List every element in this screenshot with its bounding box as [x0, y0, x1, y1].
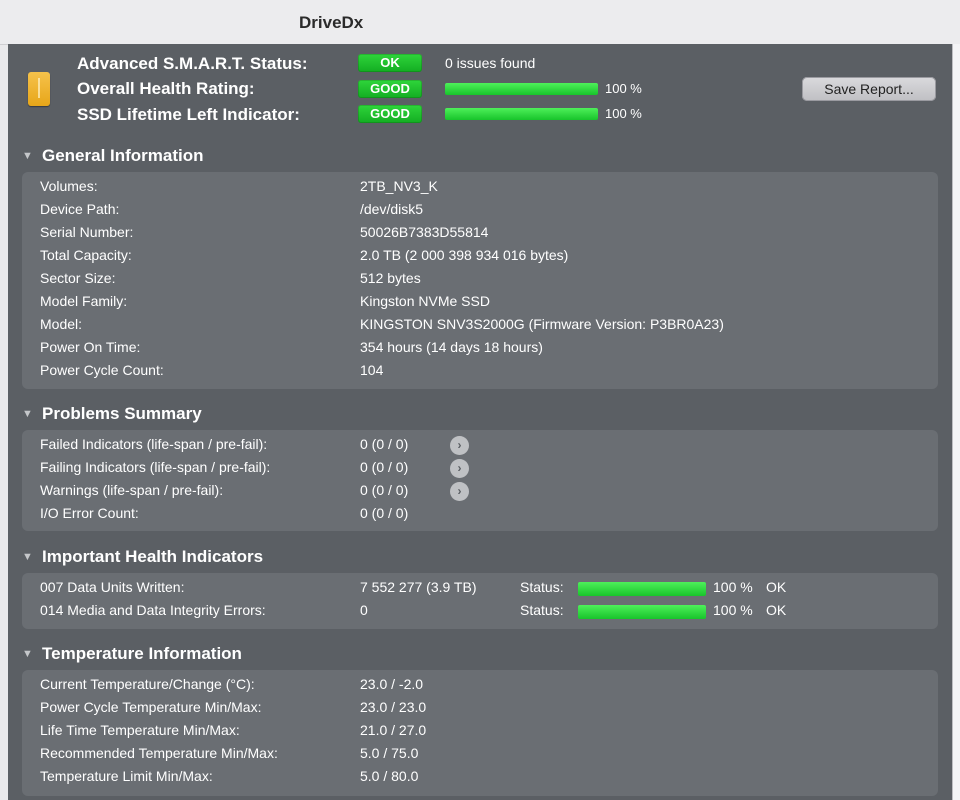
disclosure-triangle-icon[interactable]: ▼: [22, 648, 42, 660]
row-key: Recommended Temperature Min/Max:: [40, 745, 278, 761]
row-value: 50026B7383D55814: [360, 224, 489, 240]
row-key: Power Cycle Count:: [40, 362, 164, 378]
row-value: 23.0 / 23.0: [360, 699, 427, 715]
row-key: Warnings (life-span / pre-fail):: [40, 482, 224, 498]
temperature-info-title: Temperature Information: [42, 644, 242, 663]
status-bar-fill: [578, 582, 706, 596]
row-value: /dev/disk5: [360, 201, 424, 217]
row-key: Failing Indicators (life-span / pre-fail…: [40, 459, 271, 475]
details-arrow-icon[interactable]: ›: [450, 436, 469, 455]
status-ok-text: OK: [766, 579, 787, 595]
row-value: 0 (0 / 0): [360, 459, 409, 475]
health-rating-badge: GOOD: [358, 80, 422, 98]
disclosure-triangle-icon[interactable]: ▼: [22, 551, 42, 563]
status-bar: [578, 582, 706, 596]
window-title: DriveDx: [299, 13, 364, 32]
health-indicators-panel: 007 Data Units Written: 7 552 277 (3.9 TB…: [22, 573, 938, 629]
status-label: Status:: [520, 602, 564, 618]
row-key: Volumes:: [40, 178, 98, 194]
row-value: 5.0 / 80.0: [360, 768, 419, 784]
temperature-info-header[interactable]: ▼ Temperature Information: [22, 644, 242, 664]
row-key: Power On Time:: [40, 339, 141, 355]
status-bar-fill: [578, 605, 706, 619]
row-value: Kingston NVMe SSD: [360, 293, 490, 309]
row-key: Model:: [40, 316, 83, 332]
row-value: 512 bytes: [360, 270, 421, 286]
save-report-button[interactable]: Save Report...: [802, 77, 936, 101]
general-info-title: General Information: [42, 146, 204, 165]
general-info-panel: Volumes: 2TB_NV3_K Device Path: /dev/disk5 S…: [22, 172, 938, 389]
row-key: Life Time Temperature Min/Max:: [40, 722, 240, 738]
status-percent: 100 %: [713, 579, 753, 595]
ssd-lifetime-badge: GOOD: [358, 105, 422, 123]
row-value: 21.0 / 27.0: [360, 722, 427, 738]
row-value: 2TB_NV3_K: [360, 178, 438, 194]
drive-icon: [28, 72, 50, 106]
health-rating-percent: 100 %: [605, 81, 642, 96]
row-key: 014 Media and Data Integrity Errors:: [40, 602, 266, 618]
row-value: 5.0 / 75.0: [360, 745, 419, 761]
health-rating-bar-fill: [445, 83, 598, 95]
smart-status-badge: OK: [358, 54, 422, 72]
title-bar: DriveDx: [0, 0, 960, 45]
temperature-info-panel: Current Temperature/Change (°C): 23.0 / -…: [22, 670, 938, 796]
row-value: 0 (0 / 0): [360, 436, 409, 452]
health-rating-bar: [445, 83, 598, 95]
row-key: Temperature Limit Min/Max:: [40, 768, 213, 784]
status-percent: 100 %: [713, 602, 753, 618]
row-value: 2.0 TB (2 000 398 934 016 bytes): [360, 247, 569, 263]
row-value: 0 (0 / 0): [360, 505, 409, 521]
row-value: 354 hours (14 days 18 hours): [360, 339, 543, 355]
issues-found-text: 0 issues found: [445, 55, 536, 71]
ssd-lifetime-label: SSD Lifetime Left Indicator:: [77, 105, 300, 124]
row-key: Power Cycle Temperature Min/Max:: [40, 699, 262, 715]
row-key: Sector Size:: [40, 270, 116, 286]
row-key: I/O Error Count:: [40, 505, 139, 521]
health-indicators-title: Important Health Indicators: [42, 547, 264, 566]
row-key: Model Family:: [40, 293, 128, 309]
disclosure-triangle-icon[interactable]: ▼: [22, 408, 42, 420]
smart-status-label: Advanced S.M.A.R.T. Status:: [77, 54, 308, 73]
general-info-header[interactable]: ▼ General Information: [22, 146, 204, 166]
row-value: 23.0 / -2.0: [360, 676, 424, 692]
problems-summary-header[interactable]: ▼ Problems Summary: [22, 404, 202, 424]
problems-summary-panel: Failed Indicators (life-span / pre-fail)…: [22, 430, 938, 531]
row-key: Failed Indicators (life-span / pre-fail)…: [40, 436, 268, 452]
row-value: KINGSTON SNV3S2000G (Firmware Version: P…: [360, 316, 724, 332]
health-indicators-header[interactable]: ▼ Important Health Indicators: [22, 547, 263, 567]
status-label: Status:: [520, 579, 564, 595]
ssd-lifetime-bar: [445, 108, 598, 120]
health-rating-label: Overall Health Rating:: [77, 79, 255, 98]
details-arrow-icon[interactable]: ›: [450, 482, 469, 501]
problems-summary-title: Problems Summary: [42, 404, 202, 423]
row-value: 0 (0 / 0): [360, 482, 409, 498]
row-key: Device Path:: [40, 201, 120, 217]
main-content: Advanced S.M.A.R.T. Status: OK 0 issues …: [8, 44, 952, 800]
row-key: Current Temperature/Change (°C):: [40, 676, 255, 692]
row-value: 7 552 277 (3.9 TB): [360, 579, 477, 595]
row-key: Serial Number:: [40, 224, 134, 240]
status-bar: [578, 605, 706, 619]
ssd-lifetime-bar-fill: [445, 108, 598, 120]
status-ok-text: OK: [766, 602, 787, 618]
background-window-edge: [952, 44, 960, 800]
row-key: 007 Data Units Written:: [40, 579, 185, 595]
ssd-lifetime-percent: 100 %: [605, 106, 642, 121]
disclosure-triangle-icon[interactable]: ▼: [22, 150, 42, 162]
row-key: Total Capacity:: [40, 247, 132, 263]
row-value: 0: [360, 602, 368, 618]
row-value: 104: [360, 362, 384, 378]
details-arrow-icon[interactable]: ›: [450, 459, 469, 478]
